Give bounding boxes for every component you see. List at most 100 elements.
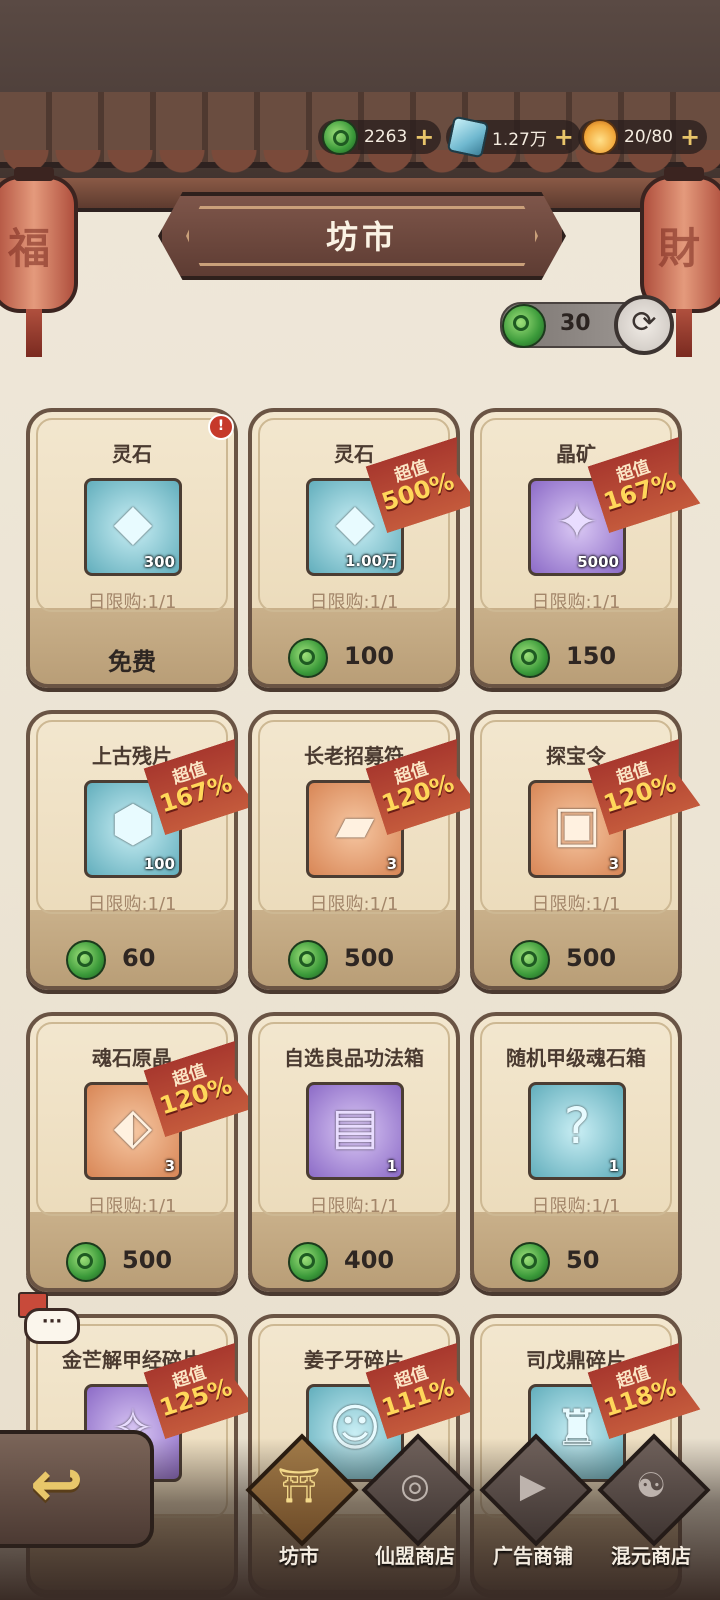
item-quantity: 1 — [386, 1157, 397, 1175]
chat-bubble-icon: ··· — [24, 1308, 80, 1344]
jade-icon — [288, 1242, 328, 1282]
shop-item-card[interactable]: 探宝令 ▣ 3 日限购:1/1 500 超值 120% — [470, 710, 682, 990]
daily-limit: 日限购:1/1 — [531, 592, 621, 613]
market-icon: ⛩ — [277, 1466, 321, 1506]
shop-item-card[interactable]: 魂石原晶 ⬖ 3 日限购:1/1 500 超值 120% — [26, 1012, 238, 1292]
nav-tab-ad-shop[interactable]: ▶ 广告商铺 — [478, 1433, 593, 1580]
daily-limit: 日限购:1/1 — [309, 1196, 399, 1217]
shop-item-card[interactable]: 上古残片 ⬢ 100 日限购:1/1 60 超值 167% — [26, 710, 238, 990]
refresh-button[interactable]: ⟳ — [614, 295, 674, 355]
refresh-cost-value: 30 — [560, 311, 591, 336]
currency-jade-value: 2263 — [364, 127, 408, 147]
item-quantity: 5000 — [577, 553, 619, 571]
lantern-glyph: 福 — [8, 224, 51, 273]
price-value: 500 — [344, 944, 395, 972]
price-value: 500 — [566, 944, 617, 972]
item-quantity: 3 — [164, 1157, 175, 1175]
price-value: 400 — [344, 1246, 395, 1274]
add-stamina-icon[interactable]: + — [679, 125, 701, 149]
buy-button[interactable]: 500 — [26, 1240, 238, 1282]
nav-tab-hunyuan-shop[interactable]: ☯ 混元商店 — [596, 1433, 711, 1580]
refresh-icon: ⟳ — [631, 305, 657, 340]
currency-spirit-stone[interactable]: 1.27万 + — [446, 115, 581, 159]
stamina-flame-icon — [582, 119, 618, 155]
item-quantity: 1 — [608, 1157, 619, 1175]
jade-icon — [510, 1242, 550, 1282]
shop-item-card[interactable]: 随机甲级魂石箱 ? 1 日限购:1/1 50 — [470, 1012, 682, 1292]
add-spirit-stone-icon[interactable]: + — [553, 125, 575, 149]
buy-button[interactable]: 60 — [26, 938, 238, 980]
daily-limit: 日限购:1/1 — [87, 1196, 177, 1217]
back-arrow-icon: ↩ — [30, 1448, 84, 1522]
daily-limit: 日限购:1/1 — [531, 894, 621, 915]
nav-tab-label: 坊市 — [279, 1544, 319, 1568]
item-quantity: 3 — [608, 855, 619, 873]
price-value: 500 — [122, 1246, 173, 1274]
lantern-left: 福 — [0, 167, 78, 357]
item-slot[interactable]: ? 1 — [528, 1082, 626, 1180]
buy-button[interactable]: 500 — [470, 938, 682, 980]
nav-tab-label: 混元商店 — [611, 1544, 691, 1568]
buy-button[interactable]: 100 — [248, 636, 460, 678]
daily-limit: 日限购:1/1 — [87, 592, 177, 613]
daily-limit: 日限购:1/1 — [87, 894, 177, 915]
jade-icon — [502, 304, 546, 348]
skill-chest-icon: ▤ — [331, 1097, 379, 1155]
spirit-stone-icon: ◆ — [113, 493, 153, 551]
lantern-right: 財 — [640, 167, 720, 357]
spirit-stone-icon — [446, 115, 490, 159]
chat-button[interactable]: ··· — [18, 1292, 80, 1344]
shop-item-card[interactable]: 自选良品功法箱 ▤ 1 日限购:1/1 400 — [248, 1012, 460, 1292]
currency-spirit-stone-value: 1.27万 — [492, 129, 547, 150]
item-name: 灵石 — [112, 442, 152, 466]
price-value: 150 — [566, 642, 617, 670]
price-free: 免费 — [108, 648, 156, 676]
buy-button[interactable]: 50 — [470, 1240, 682, 1282]
alliance-shop-icon: ◎ — [400, 1466, 430, 1506]
buy-button[interactable]: 400 — [248, 1240, 460, 1282]
hunyuan-shop-icon: ☯ — [635, 1466, 667, 1506]
price-value: 60 — [122, 944, 156, 972]
currency-jade[interactable]: 2263 + — [318, 119, 442, 155]
buy-button[interactable]: 150 — [470, 636, 682, 678]
item-name: 自选良品功法箱 — [284, 1046, 424, 1070]
currency-stamina-value: 20/80 — [624, 127, 673, 147]
lantern-glyph: 財 — [658, 224, 701, 273]
nav-tab-label: 仙盟商店 — [375, 1544, 455, 1568]
item-quantity: 1.00万 — [344, 552, 397, 570]
shop-item-card[interactable]: 晶矿 ✦ 5000 日限购:1/1 150 超值 167% — [470, 408, 682, 688]
item-slot[interactable]: ▤ 1 — [306, 1082, 404, 1180]
jade-icon — [288, 940, 328, 980]
daily-limit: 日限购:1/1 — [531, 1196, 621, 1217]
item-name: 随机甲级魂石箱 — [506, 1046, 646, 1070]
item-quantity: 3 — [386, 855, 397, 873]
jade-icon — [510, 940, 550, 980]
alert-badge: ! — [208, 414, 234, 440]
daily-limit: 日限购:1/1 — [309, 592, 399, 613]
shop-item-card[interactable]: 长老招募符 ▰ 3 日限购:1/1 500 超值 120% — [248, 710, 460, 990]
jade-icon — [66, 940, 106, 980]
jade-icon — [288, 638, 328, 678]
nav-tab-market[interactable]: ⛩ 坊市 — [244, 1433, 359, 1580]
jade-icon — [322, 119, 358, 155]
buy-button[interactable]: 免费 — [26, 636, 238, 676]
price-value: 100 — [344, 642, 395, 670]
page-title: 坊市 — [325, 218, 398, 256]
jade-icon — [510, 638, 550, 678]
nav-tab-alliance-shop[interactable]: ◎ 仙盟商店 — [360, 1433, 475, 1580]
jade-icon — [66, 1242, 106, 1282]
title-banner: 坊市 — [158, 192, 566, 280]
item-quantity: 300 — [143, 553, 175, 571]
item-slot[interactable]: ◆ 300 — [84, 478, 182, 576]
daily-limit: 日限购:1/1 — [309, 894, 399, 915]
nav-tab-label: 广告商铺 — [493, 1544, 573, 1568]
mystery-chest-icon: ? — [563, 1097, 591, 1155]
buy-button[interactable]: 500 — [248, 938, 460, 980]
currency-stamina[interactable]: 20/80 + — [578, 119, 707, 155]
shop-item-card[interactable]: 灵石 ◆ 1.00万 日限购:1/1 100 超值 500% — [248, 408, 460, 688]
item-quantity: 100 — [143, 855, 175, 873]
shop-item-card[interactable]: 灵石 ◆ 300 日限购:1/1 免费! — [26, 408, 238, 688]
ad-shop-icon: ▶ — [519, 1466, 547, 1506]
add-jade-icon[interactable]: + — [413, 125, 435, 149]
back-button[interactable]: ↩ — [0, 1430, 154, 1548]
